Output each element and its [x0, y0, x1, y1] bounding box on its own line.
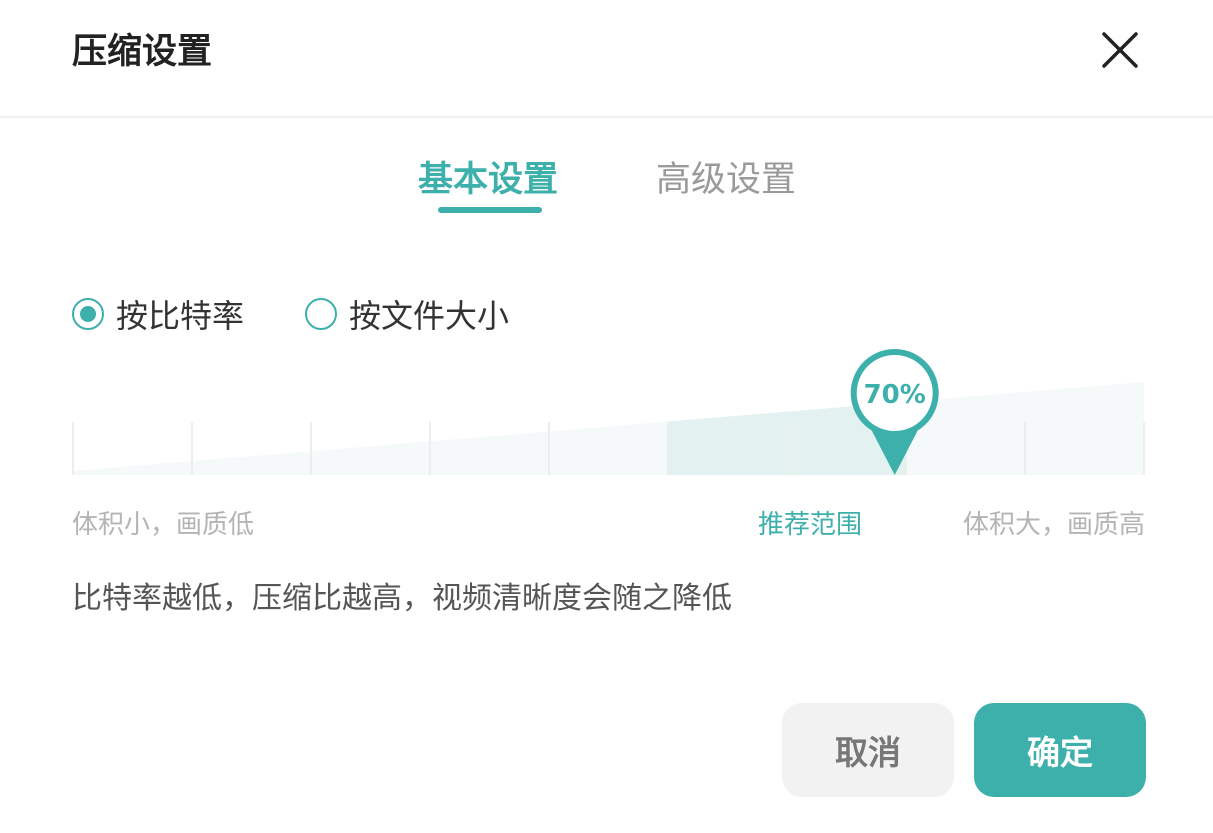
cancel-button[interactable]: 取消	[782, 703, 954, 797]
close-button[interactable]	[1100, 30, 1140, 70]
slider-volume-wedge	[73, 382, 1144, 475]
close-icon	[1100, 30, 1140, 70]
dialog-title: 压缩设置	[72, 28, 212, 76]
confirm-button[interactable]: 确定	[974, 703, 1146, 797]
scale-label-recommended: 推荐范围	[758, 505, 862, 545]
radio-unchecked-icon	[305, 298, 337, 330]
quality-slider[interactable]: 70%	[0, 340, 1213, 490]
radio-label-file-size: 按文件大小	[349, 291, 509, 337]
scale-label-large: 体积大，画质高	[963, 505, 1145, 545]
compression-settings-dialog: 压缩设置 基本设置 高级设置 按比特率 按文件大小 70% 体积小，画质低 推荐…	[0, 0, 1213, 833]
radio-checked-icon	[72, 298, 104, 330]
dialog-header: 压缩设置	[0, 0, 1213, 118]
tab-basic-settings[interactable]: 基本设置	[418, 155, 558, 205]
scale-label-small: 体积小，画质低	[72, 505, 254, 545]
radio-by-bitrate[interactable]: 按比特率	[72, 292, 244, 336]
slider-scale-labels: 体积小，画质低 推荐范围 体积大，画质高	[0, 505, 1213, 545]
settings-tabs: 基本设置 高级设置	[0, 155, 1213, 215]
radio-by-file-size[interactable]: 按文件大小	[305, 292, 509, 336]
slider-value-label: 70%	[864, 380, 926, 410]
compression-description: 比特率越低，压缩比越高，视频清晰度会随之降低	[72, 576, 732, 622]
quality-slider-track[interactable]: 70%	[0, 340, 1213, 490]
active-tab-indicator	[438, 207, 542, 213]
radio-label-bitrate: 按比特率	[116, 291, 244, 337]
tab-advanced-settings[interactable]: 高级设置	[656, 155, 796, 205]
